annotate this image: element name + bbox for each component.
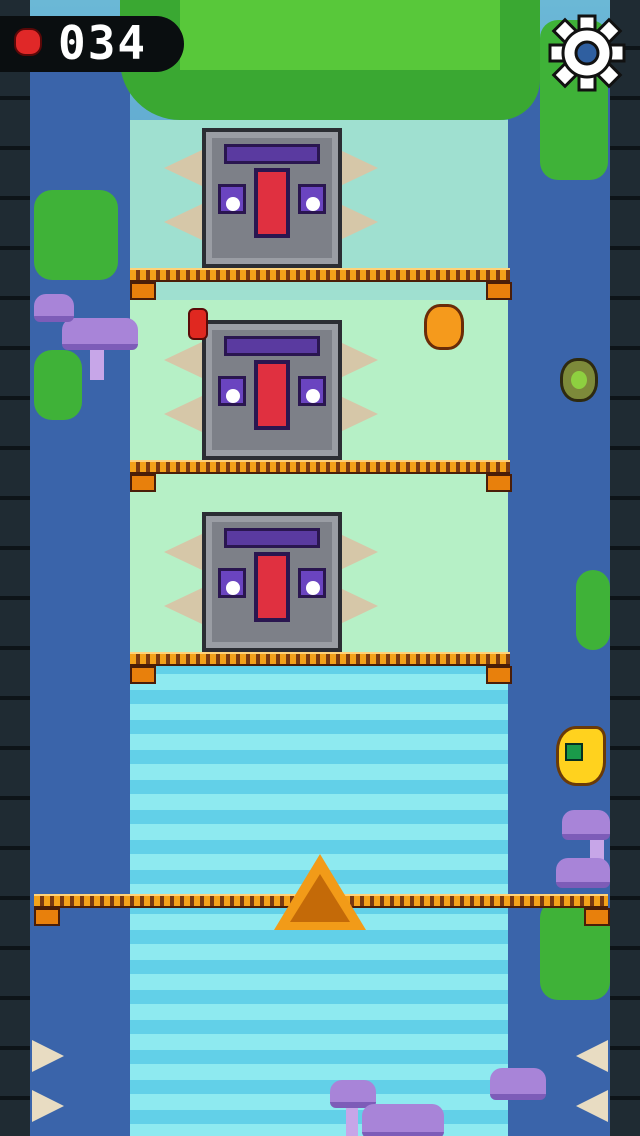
mushroom-cap xyxy=(556,858,610,888)
spike-icon xyxy=(340,150,378,186)
spike-icon xyxy=(340,342,378,378)
orange-icon xyxy=(424,304,464,350)
mushroom-cap xyxy=(362,1104,444,1136)
player-character xyxy=(556,726,606,786)
right-wall-column xyxy=(610,0,640,1136)
platform-bracket xyxy=(130,666,156,684)
spike-icon xyxy=(340,534,378,570)
spike-icon xyxy=(340,588,378,624)
spike-block xyxy=(202,320,342,460)
strawberry-icon xyxy=(14,28,42,56)
spike-block-mouth xyxy=(254,552,290,622)
settings-button[interactable] xyxy=(548,14,626,92)
bush xyxy=(34,190,118,280)
spike-block-eye xyxy=(218,376,246,406)
left-wall-column xyxy=(0,0,30,1136)
spike-block-eye xyxy=(218,184,246,214)
spike-block-brow xyxy=(224,528,320,548)
red-pepper-icon xyxy=(188,308,208,340)
spike-block xyxy=(202,128,342,268)
mushroom-cap xyxy=(34,294,74,322)
game-scene: 034 xyxy=(0,0,640,1136)
bush xyxy=(34,350,82,420)
platform-bracket xyxy=(486,282,512,300)
platform-rail xyxy=(130,652,510,666)
spike-block-eye xyxy=(298,376,326,406)
spike-block xyxy=(202,512,342,652)
spike-block-mouth xyxy=(254,360,290,430)
wall-spike-icon xyxy=(576,1090,608,1122)
platform-rail xyxy=(130,460,510,474)
tree-canopy-highlight xyxy=(180,0,500,70)
platform-bracket xyxy=(130,282,156,300)
platform-bracket xyxy=(584,908,610,926)
spike-block-eye xyxy=(298,184,326,214)
player-eye xyxy=(565,743,583,761)
warning-sign-face xyxy=(290,874,350,922)
platform-bracket xyxy=(486,474,512,492)
wall-spike-icon xyxy=(576,1040,608,1072)
spike-icon xyxy=(164,396,202,432)
spike-icon xyxy=(164,150,202,186)
spike-block-mouth xyxy=(254,168,290,238)
spike-block-eye xyxy=(218,568,246,598)
platform-bracket xyxy=(130,474,156,492)
bush xyxy=(576,570,610,650)
kiwi-icon xyxy=(560,358,598,402)
spike-icon xyxy=(340,396,378,432)
spike-icon xyxy=(164,534,202,570)
platform-bracket xyxy=(34,908,60,926)
mushroom-cap xyxy=(562,810,610,840)
wall-spike-icon xyxy=(32,1090,64,1122)
spike-block-brow xyxy=(224,144,320,164)
platform-rail xyxy=(130,268,510,282)
spike-icon xyxy=(164,342,202,378)
spike-icon xyxy=(340,204,378,240)
score-counter: 034 xyxy=(58,16,148,70)
wall-spike-icon xyxy=(32,1040,64,1072)
mushroom-cap xyxy=(490,1068,546,1100)
spike-block-brow xyxy=(224,336,320,356)
mushroom-cap xyxy=(62,318,138,350)
spike-icon xyxy=(164,588,202,624)
gear-icon xyxy=(548,14,626,92)
platform-bracket xyxy=(486,666,512,684)
spike-icon xyxy=(164,204,202,240)
spike-block-eye xyxy=(298,568,326,598)
